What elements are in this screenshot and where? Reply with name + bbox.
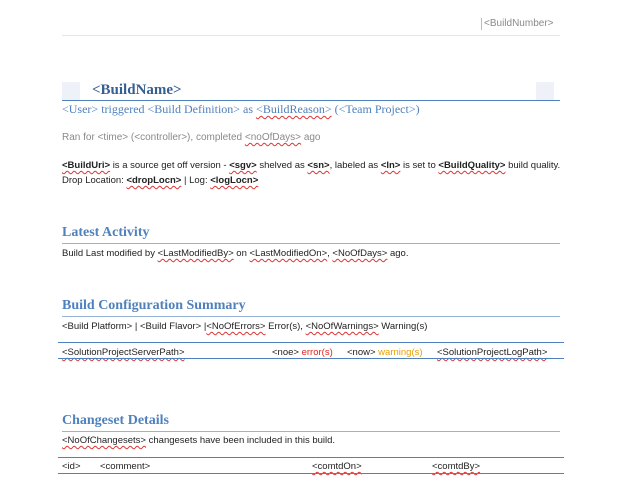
col-comtd-by: <comtdBy> — [432, 461, 481, 472]
build-platform-flavor: <Build Platform> | <Build Flavor> | — [62, 321, 207, 332]
title-shade-left — [62, 82, 80, 100]
ago-text: ago — [303, 132, 321, 143]
warnings-text: Warning(s) — [378, 321, 428, 332]
changeset-line: <NoOfChangesets> changesets have been in… — [62, 435, 335, 446]
config-table-top-rule — [58, 342, 564, 343]
no-of-errors: <NoOfErrors> — [206, 321, 266, 332]
build-config-title: Build Configuration Summary — [62, 298, 246, 313]
changeset-rule — [62, 431, 560, 432]
build-config-line: <Build Platform> | <Build Flavor> |<NoOf… — [62, 321, 427, 332]
warnings-label: warning(s) — [378, 347, 423, 358]
errors-label: error(s) — [301, 347, 333, 358]
errors-cell: <noe> error(s) — [272, 347, 333, 358]
build-definition: <Build Definition> — [147, 102, 241, 116]
user: <User> — [62, 102, 99, 116]
drop-location[interactable]: <dropLocn> — [126, 175, 181, 186]
source-text-4: is set to — [403, 160, 436, 171]
title-rule — [62, 100, 560, 101]
no-of-warnings: <NoOfWarnings> — [305, 321, 379, 332]
last-modified-by: <LastModifiedBy> — [157, 248, 234, 259]
changeset-suffix: changesets have been included in this bu… — [145, 435, 336, 446]
latest-activity-rule — [62, 243, 560, 244]
no-of-changesets: <NoOfChangesets> — [62, 435, 146, 446]
changeset-table-bottom-rule — [58, 473, 564, 474]
noe: <noe> — [272, 347, 299, 358]
col-comment: <comment> — [100, 461, 151, 472]
source-line: <BuildUri> is a source get off version -… — [62, 160, 560, 171]
header-rule — [62, 35, 560, 36]
drop-label: Drop Location: — [62, 175, 124, 186]
build-quality: <BuildQuality> — [438, 160, 506, 171]
log-label: | Log: — [183, 175, 208, 186]
latest-no-of-days: <NoOfDays> — [332, 248, 388, 259]
build-name: <BuildName> — [92, 82, 182, 98]
build-uri: <BuildUri> — [62, 160, 111, 171]
solution-log-path[interactable]: <SolutionProjectLogPath> — [437, 347, 547, 358]
now: <now> — [347, 347, 376, 358]
latest-prefix: Build Last modified by — [62, 248, 158, 259]
header-divider — [481, 18, 482, 30]
build-config-rule — [62, 316, 560, 317]
changeset-title: Changeset Details — [62, 413, 169, 428]
errors-text: Error(s), — [265, 321, 306, 332]
warnings-cell: <now> warning(s) — [347, 347, 423, 358]
drop-line: Drop Location: <dropLocn> | Log: <logLoc… — [62, 175, 258, 186]
title-shade-right — [536, 82, 554, 100]
as-text: as — [243, 102, 254, 116]
ran-for-line: Ran for <time> (<controller>), completed… — [62, 132, 321, 143]
config-table-bottom-rule — [58, 358, 564, 359]
source-text-2: shelved as — [259, 160, 305, 171]
no-of-days: <noOfDays> — [244, 132, 302, 143]
sn: <sn> — [307, 160, 330, 171]
build-number: <BuildNumber> — [484, 18, 554, 29]
latest-on: on — [233, 248, 250, 259]
ran-for-text: Ran for <time> (<controller>), completed — [62, 132, 245, 143]
ln: <ln> — [380, 160, 401, 171]
col-comtd-on: <comtdOn> — [312, 461, 362, 472]
source-text-5: build quality. — [508, 160, 561, 171]
triggered-text: triggered — [101, 102, 145, 116]
trigger-line: <User> triggered <Build Definition> as <… — [62, 102, 420, 117]
changeset-table-top-rule — [58, 457, 564, 458]
sgv: <sgv> — [229, 160, 257, 171]
last-modified-on: <LastModifiedOn> — [249, 248, 328, 259]
team-project: (<Team Project>) — [334, 102, 420, 116]
col-id: <id> — [62, 461, 81, 472]
source-text-3: , labeled as — [329, 160, 379, 171]
build-reason: <BuildReason> — [256, 102, 332, 116]
latest-activity-title: Latest Activity — [62, 225, 150, 240]
latest-suffix: ago. — [387, 248, 409, 259]
solution-server-path[interactable]: <SolutionProjectServerPath> — [62, 347, 185, 358]
latest-activity-line: Build Last modified by <LastModifiedBy> … — [62, 248, 408, 259]
source-text-1: is a source get off version - — [112, 160, 227, 171]
log-location[interactable]: <logLocn> — [210, 175, 258, 186]
